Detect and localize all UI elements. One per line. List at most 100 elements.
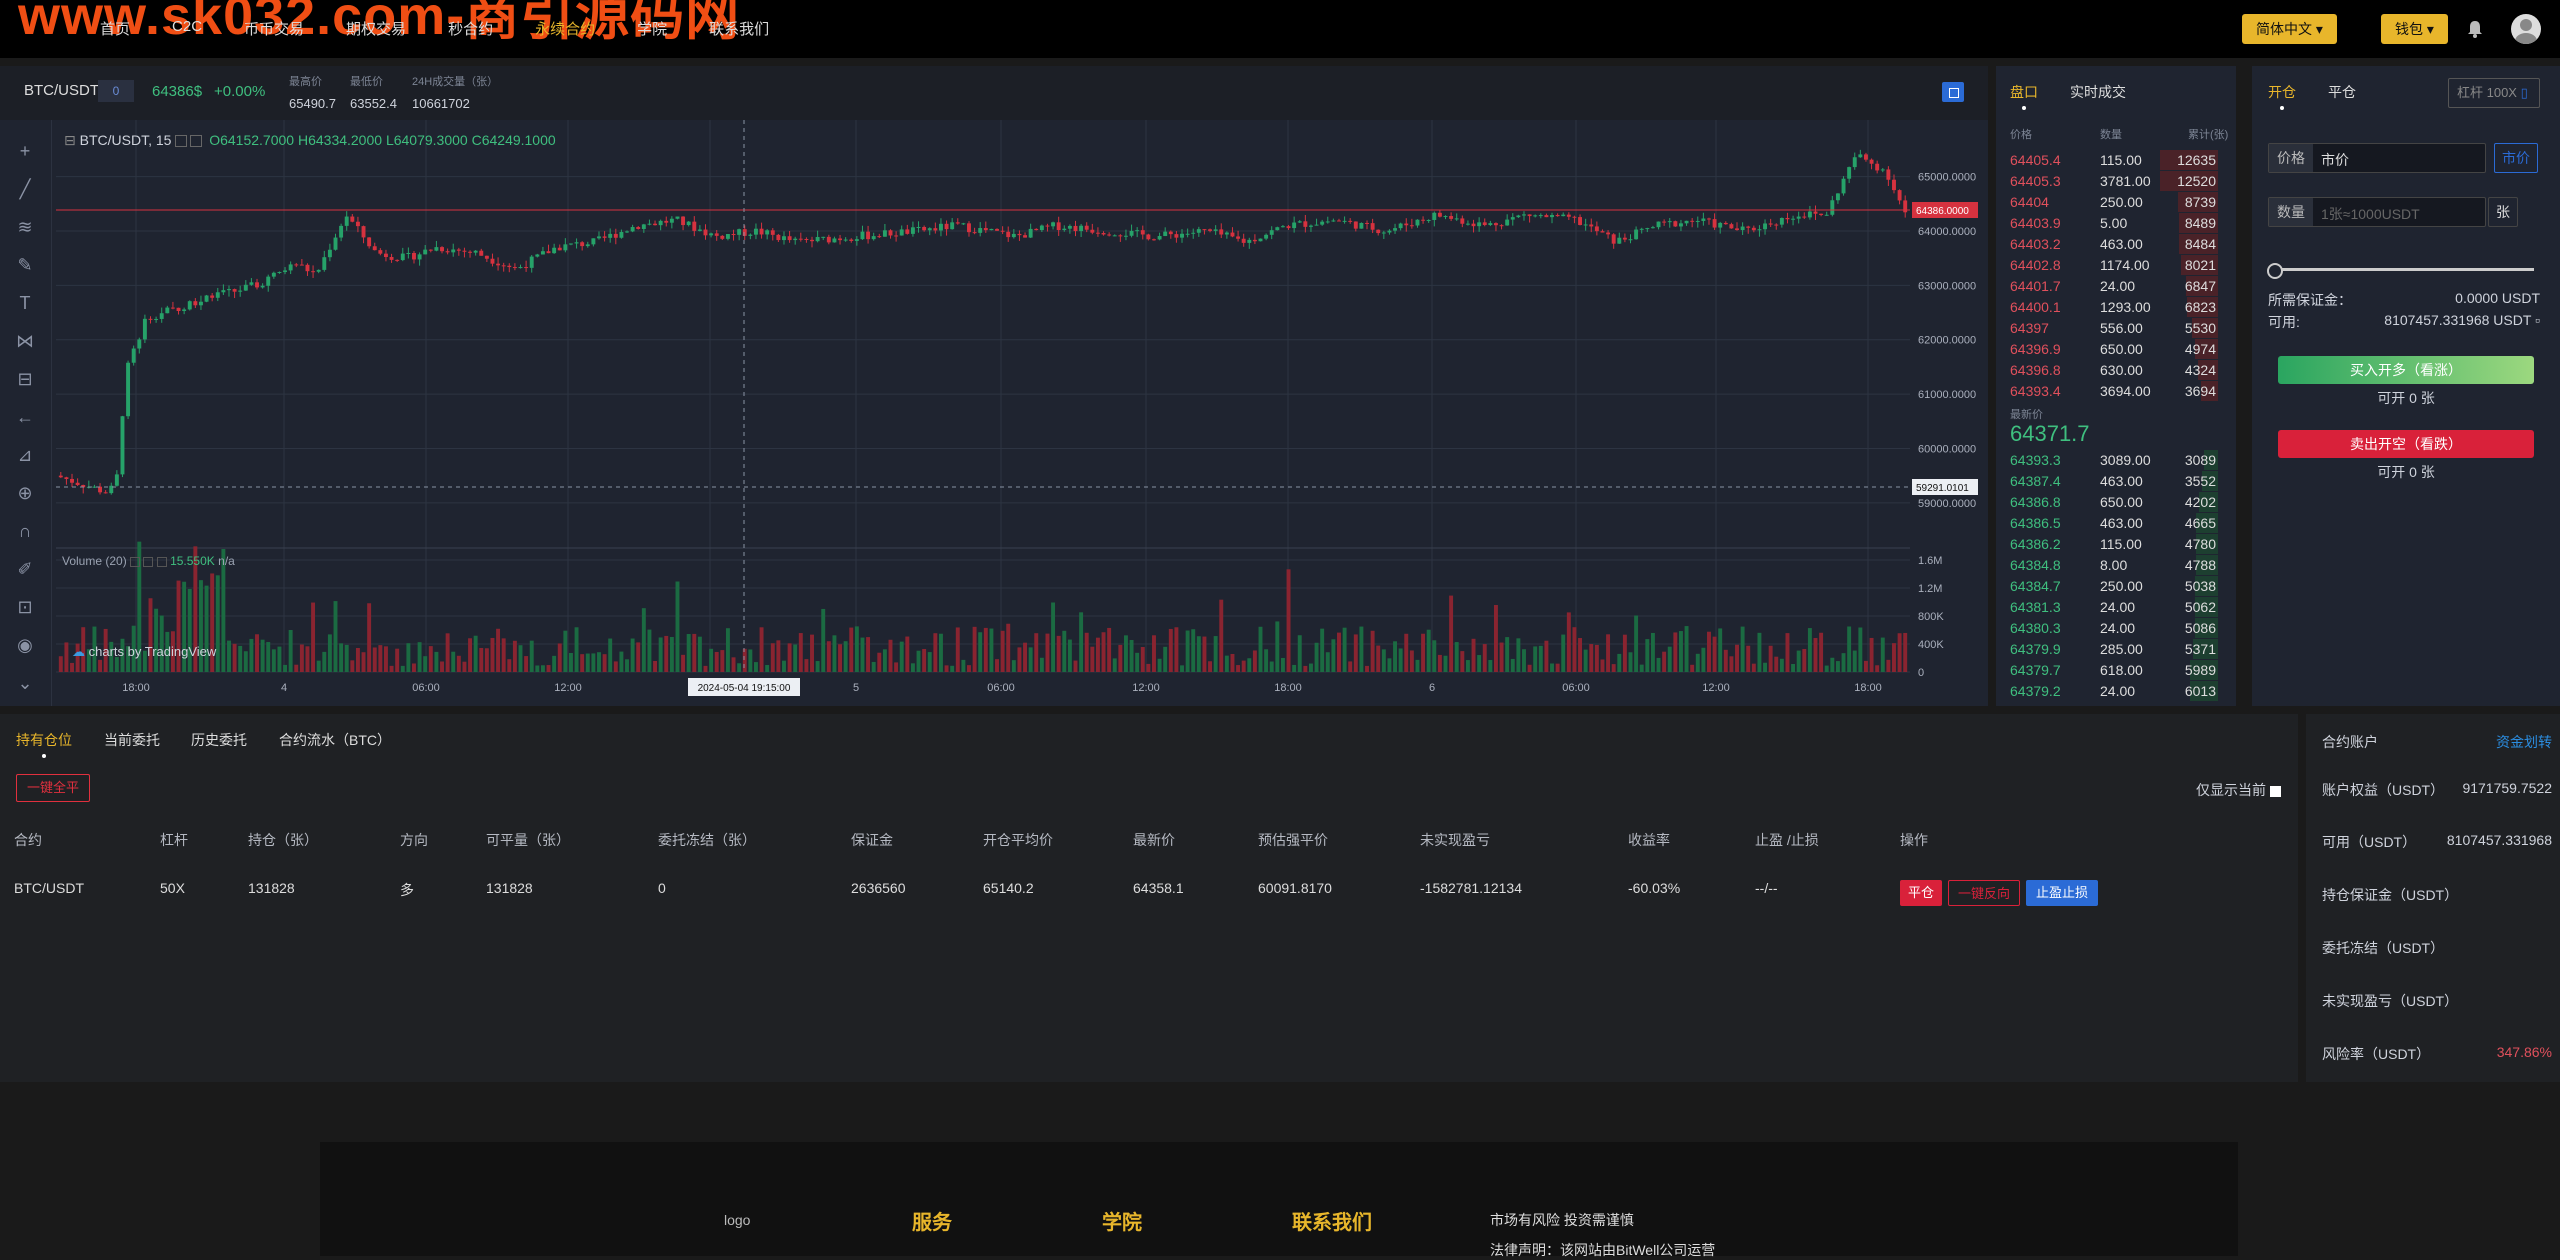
bell-icon[interactable] [2466,19,2484,39]
brush-icon[interactable]: ✎ [14,254,36,276]
bid-price: 64381.3 [2010,599,2061,615]
ask-row[interactable]: 64405.4 115.00 12635 [1996,150,2226,171]
sell-short-button[interactable]: 卖出开空（看跌） [2278,430,2534,458]
eye-icon[interactable] [130,556,141,567]
volume-bar [1286,569,1291,672]
ask-row[interactable]: 64396.8 630.00 4324 [1996,360,2226,381]
ask-qty: 650.00 [2100,341,2143,357]
tab-open-orders[interactable]: 当前委托 [104,730,160,750]
eye-icon[interactable]: ◉ [14,634,36,656]
volume-bar [1600,659,1605,672]
ask-row[interactable]: 64397 556.00 5530 [1996,318,2226,339]
nav-options[interactable]: 期权交易 [346,18,406,39]
bid-row[interactable]: 64381.3 24.00 5062 [1996,597,2226,618]
magnet-icon[interactable]: ∩ [14,520,36,542]
quantity-field[interactable]: 数量 1张≈1000USDT [2268,197,2486,227]
chart-svg[interactable]: 65000.0000 64000.0000 63000.0000 62000.0000… [56,120,1988,706]
tp-sl-button[interactable]: 止盈止损 [2026,880,2098,906]
tab-orderbook[interactable]: 盘口 [2010,82,2038,102]
wallet-button[interactable]: 钱包 ▾ [2381,14,2448,44]
bid-row[interactable]: 64380.3 24.00 5086 [1996,618,2226,639]
settings-icon[interactable] [175,135,188,148]
volume-bar [1684,626,1689,672]
ask-row[interactable]: 64393.4 3694.00 3694 [1996,381,2226,402]
buy-long-button[interactable]: 买入开多（看涨） [2278,356,2534,384]
ask-row[interactable]: 64401.7 24.00 6847 [1996,276,2226,297]
bid-row[interactable]: 64384.8 8.00 4788 [1996,555,2226,576]
nav-second-contract[interactable]: 秒合约 [448,18,493,39]
only-current-checkbox[interactable] [2270,785,2281,797]
crosshair-icon[interactable]: + [14,140,36,162]
close-all-button[interactable]: 一键全平 [16,774,90,802]
candle-body [355,221,360,227]
tab-contract-flow[interactable]: 合约流水（BTC） [279,730,391,750]
leverage-select[interactable]: 杠杆 100X ▯ [2448,78,2540,108]
tab-open[interactable]: 开仓 [2268,82,2296,102]
bid-row[interactable]: 64379.9 285.00 5371 [1996,639,2226,660]
trendline-icon[interactable]: ╱ [14,178,36,200]
nav-perpetual[interactable]: 永续合约 [535,18,595,39]
volume-bar [1191,629,1196,672]
bid-row[interactable]: 64387.4 463.00 3552 [1996,471,2226,492]
text-icon[interactable]: T [14,292,36,314]
zoom-in-icon[interactable]: ⊕ [14,482,36,504]
back-arrow-icon[interactable]: ← [14,406,36,428]
nav-academy[interactable]: 学院 [637,18,667,39]
fullscreen-icon[interactable] [1942,82,1964,102]
bid-row[interactable]: 64393.3 3089.00 3089 [1996,450,2226,471]
bid-row[interactable]: 64386.5 463.00 4665 [1996,513,2226,534]
volume-bar [871,661,876,672]
candle-body [552,247,557,254]
avatar[interactable] [2511,14,2541,44]
settings-icon[interactable] [143,556,154,567]
tab-close[interactable]: 平仓 [2328,82,2356,102]
close-icon[interactable] [190,135,203,148]
ask-row[interactable]: 64405.3 3781.00 12520 [1996,171,2226,192]
account-row-label: 风险率（USDT） [2322,1046,2431,1062]
ticker-symbol[interactable]: BTC/USDT [24,82,99,99]
candle-body [473,250,478,253]
nav-contact[interactable]: 联系我们 [709,18,769,39]
bid-row[interactable]: 64386.8 650.00 4202 [1996,492,2226,513]
cell-avg-price: 65140.2 [983,880,1034,896]
lock-draw-icon[interactable]: ✐ [14,558,36,580]
ask-row[interactable]: 64402.8 1174.00 8021 [1996,255,2226,276]
nav-c2c[interactable]: C2C [172,18,202,39]
leverage-slider[interactable] [2267,263,2534,279]
candle-body [294,264,299,266]
close-position-button[interactable]: 平仓 [1900,880,1942,906]
lock-icon[interactable]: ⊡ [14,596,36,618]
fib-icon[interactable]: ≋ [14,216,36,238]
ask-row[interactable]: 64403.9 5.00 8489 [1996,213,2226,234]
volume-bar [1297,635,1302,672]
ask-row[interactable]: 64404 250.00 8739 [1996,192,2226,213]
tab-trades[interactable]: 实时成交 [2070,82,2126,102]
chevron-down-icon[interactable]: ⌄ [14,672,36,694]
ruler-icon[interactable]: ⊿ [14,444,36,466]
pattern-icon[interactable]: ⋈ [14,330,36,352]
bid-row[interactable]: 64384.7 250.00 5038 [1996,576,2226,597]
tab-positions[interactable]: 持有仓位 [16,730,72,750]
bid-row[interactable]: 64379.2 24.00 6013 [1996,681,2226,702]
ask-row[interactable]: 64403.2 463.00 8484 [1996,234,2226,255]
ask-row[interactable]: 64400.1 1293.00 6823 [1996,297,2226,318]
tradingview-logo[interactable]: ☁ charts by TradingView [72,644,216,660]
language-button[interactable]: 简体中文 ▾ [2242,14,2337,44]
col-header-actions: 操作 [1900,832,1928,848]
tab-order-history[interactable]: 历史委托 [191,730,247,750]
candlestick-chart[interactable]: 65000.0000 64000.0000 63000.0000 62000.0000… [56,120,1988,706]
close-icon[interactable] [156,556,167,567]
reverse-position-button[interactable]: 一键反向 [1948,880,2020,906]
candle-body [1163,231,1168,237]
candle-body [484,255,489,259]
bid-row[interactable]: 64379.7 618.00 5989 [1996,660,2226,681]
market-button[interactable]: 市价 [2494,143,2538,173]
only-current-toggle[interactable]: 仅显示当前 [2196,780,2281,800]
bid-row[interactable]: 64386.2 115.00 4780 [1996,534,2226,555]
nav-home[interactable]: 首页 [100,18,130,39]
transfer-link[interactable]: 资金划转 [2496,732,2552,752]
ask-row[interactable]: 64396.9 650.00 4974 [1996,339,2226,360]
price-field[interactable]: 价格 市价 [2268,143,2486,173]
nav-spot[interactable]: 币币交易 [244,18,304,39]
measure-icon[interactable]: ⊟ [14,368,36,390]
